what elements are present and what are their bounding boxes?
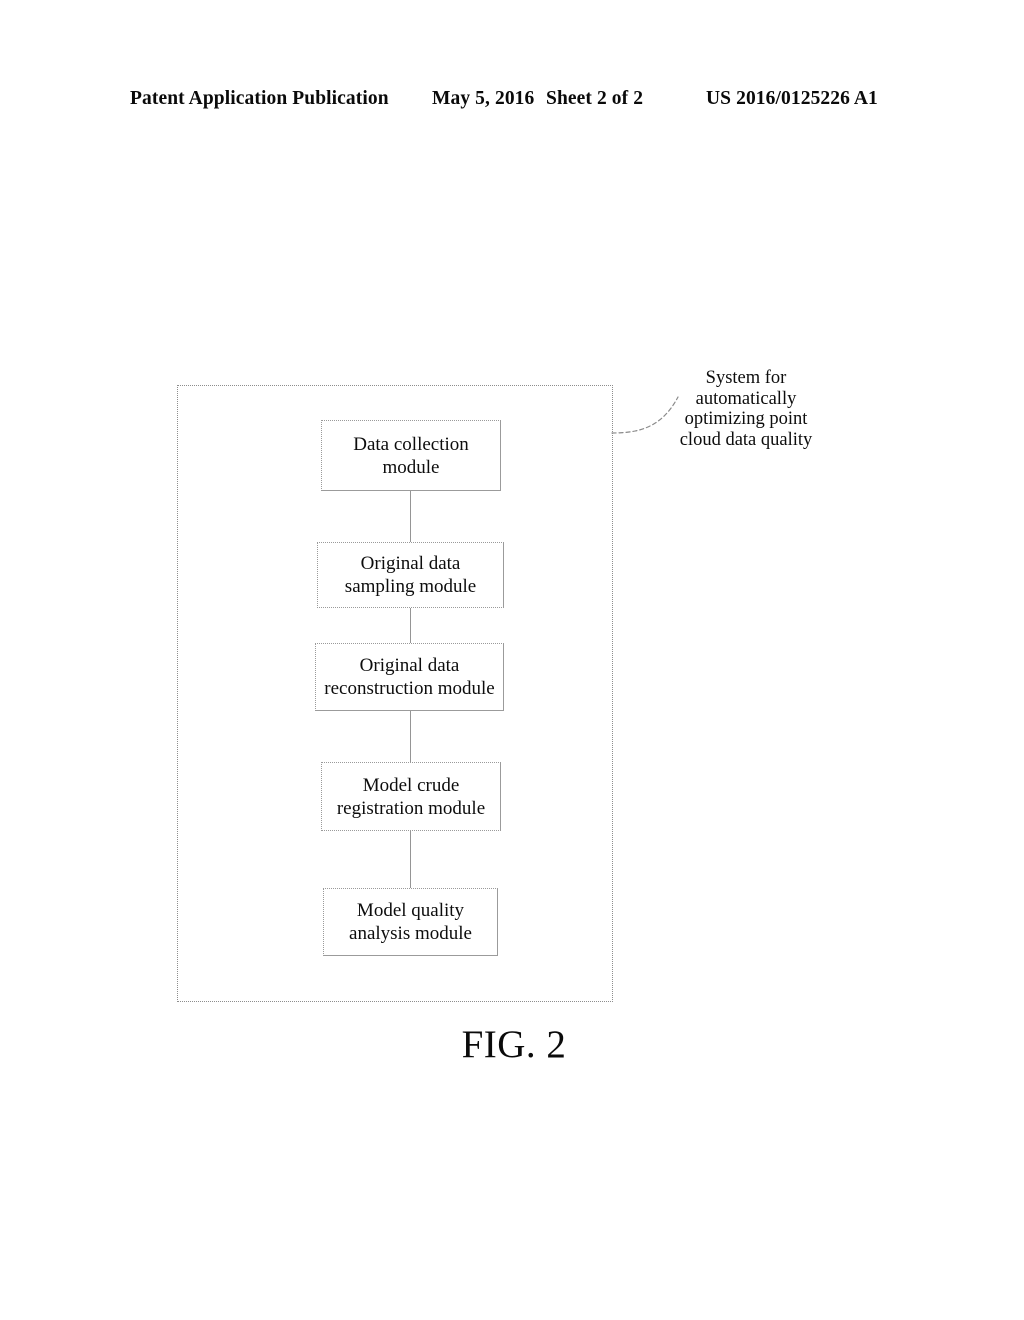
figure-2-diagram: Data collection module Original data sam… xyxy=(0,0,1024,1320)
module-box-model-quality-analysis: Model quality analysis module xyxy=(323,888,498,956)
connector-line-4 xyxy=(410,831,411,889)
figure-caption-text: FIG. 2 xyxy=(461,1023,567,1066)
module-box-model-crude-registration: Model crude registration module xyxy=(321,762,501,831)
module-label-original-data-sampling: Original data sampling module xyxy=(344,553,477,597)
module-box-original-data-reconstruction: Original data reconstruction module xyxy=(315,643,504,711)
connector-line-1 xyxy=(410,491,411,543)
module-label-original-data-reconstruction: Original data reconstruction module xyxy=(324,655,495,699)
connector-line-2 xyxy=(410,608,411,644)
module-label-model-quality-analysis: Model quality analysis module xyxy=(349,900,472,944)
module-box-data-collection: Data collection module xyxy=(321,420,501,491)
module-box-original-data-sampling: Original data sampling module xyxy=(317,542,504,608)
module-label-data-collection: Data collection module xyxy=(353,433,469,478)
connector-line-3 xyxy=(410,711,411,763)
annotation-system-label: System for automatically optimizing poin… xyxy=(679,368,813,450)
figure-caption: FIG. 2 xyxy=(0,1022,1024,1067)
module-label-model-crude-registration: Model crude registration module xyxy=(336,774,486,819)
